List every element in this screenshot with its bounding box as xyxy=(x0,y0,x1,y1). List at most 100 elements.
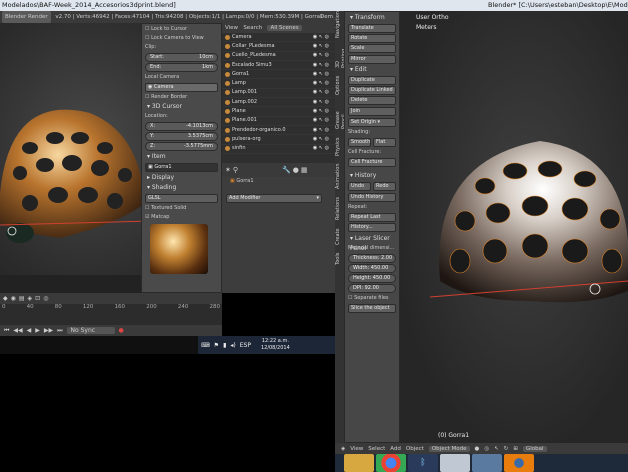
network-icon[interactable]: ▮ xyxy=(223,342,226,349)
file-explorer-icon[interactable] xyxy=(344,454,374,472)
record-icon[interactable]: ◎ xyxy=(43,295,48,302)
history-header[interactable]: ▾ History xyxy=(348,171,396,181)
clip-start-field[interactable]: Start: 10cm xyxy=(145,53,218,62)
outliner-search-menu[interactable]: Search xyxy=(243,25,262,31)
outliner-view-menu[interactable]: View xyxy=(225,25,238,31)
outliner-item[interactable]: pulsera-org ◉ ↖ ◎ xyxy=(222,135,335,145)
clip-end-field[interactable]: End: 1km xyxy=(145,63,218,72)
outliner-item[interactable]: Gorra1 ◉ ↖ ◎ xyxy=(222,70,335,80)
jump-start-icon[interactable]: ⏮ xyxy=(4,327,9,335)
delete-button[interactable]: Delete xyxy=(348,96,396,105)
camera-icon[interactable]: ◉ xyxy=(11,295,16,302)
outliner-item[interactable]: sinfin ◉ ↖ ◎ xyxy=(222,145,335,154)
notepad-icon[interactable] xyxy=(440,454,470,472)
texture-tab-icon[interactable]: ▦ xyxy=(301,166,308,174)
rotate-widget-icon[interactable]: ↻ xyxy=(504,446,509,452)
cursor-panel-header[interactable]: ▾ 3D Cursor xyxy=(145,102,218,112)
visibility-eye-icon[interactable]: ◉ ↖ ◎ xyxy=(313,126,329,134)
scale-widget-icon[interactable]: ⊞ xyxy=(513,446,518,452)
prev-key-icon[interactable]: ◀◀ xyxy=(13,327,22,334)
shading-icon[interactable]: ● xyxy=(475,446,480,452)
material-tab-icon[interactable]: ● xyxy=(293,166,299,174)
rotate-button[interactable]: Rotate xyxy=(348,34,396,43)
visibility-eye-icon[interactable]: ◉ ↖ ◎ xyxy=(313,117,329,125)
lock-icon[interactable]: ⊡ xyxy=(35,295,40,302)
display-panel-header[interactable]: ▸ Display xyxy=(145,173,218,183)
flat-button[interactable]: Flat xyxy=(373,138,396,147)
outliner-item[interactable]: Plane ◉ ↖ ◎ xyxy=(222,107,335,117)
chrome-icon[interactable] xyxy=(376,454,406,472)
outliner-item[interactable]: Lamp.002 ◉ ↖ ◎ xyxy=(222,98,335,108)
app-icon[interactable] xyxy=(472,454,502,472)
visibility-eye-icon[interactable]: ◉ ↖ ◎ xyxy=(313,52,329,60)
timeline-ruler[interactable]: 0 40 80 120 160 200 240 280 xyxy=(0,304,222,325)
add-modifier-button[interactable]: Add Modifier ▾ xyxy=(226,194,322,203)
outliner-item[interactable]: Escalado Simu3 ◉ ↖ ◎ xyxy=(222,61,335,71)
mirror-button[interactable]: Mirror xyxy=(348,55,396,64)
keyframe-icon[interactable]: ◆ xyxy=(3,295,8,302)
set-origin-button[interactable]: Set Origin ▾ xyxy=(348,118,396,127)
separate-files-checkbox[interactable]: ☐ Separate files xyxy=(348,294,396,303)
view-menu[interactable]: View xyxy=(350,446,363,452)
outliner-item[interactable]: Camera ◉ ↖ ◎ xyxy=(222,33,335,43)
lock-camera-checkbox[interactable]: ☐ Lock Camera to View xyxy=(145,34,218,43)
visibility-eye-icon[interactable]: ◉ ↖ ◎ xyxy=(313,33,329,41)
slice-object-button[interactable]: Slice the object xyxy=(348,304,396,313)
cursor-x-field[interactable]: X: -4.1013cm xyxy=(145,122,218,131)
pivot-icon[interactable]: ◎ xyxy=(484,446,489,452)
render-border-checkbox[interactable]: ☐ Render Border xyxy=(145,93,218,102)
visibility-eye-icon[interactable]: ◉ ↖ ◎ xyxy=(313,98,329,106)
next-key-icon[interactable]: ▶▶ xyxy=(44,327,53,334)
visibility-eye-icon[interactable]: ◉ ↖ ◎ xyxy=(313,79,329,87)
dpi-field[interactable]: DPI: 92.00 xyxy=(348,284,396,293)
shading-mode-select[interactable]: GLSL xyxy=(145,194,218,203)
visibility-eye-icon[interactable]: ◉ ↖ ◎ xyxy=(313,145,329,153)
pin-icon[interactable]: ⚲ xyxy=(233,166,238,174)
cursor-z-field[interactable]: Z: -3.5775mm xyxy=(145,142,218,151)
translate-button[interactable]: Translate xyxy=(348,24,396,33)
play-reverse-icon[interactable]: ◀ xyxy=(27,327,32,334)
mode-select[interactable]: Object Mode xyxy=(428,445,470,452)
duplicate-button[interactable]: Duplicate xyxy=(348,76,396,85)
visibility-eye-icon[interactable]: ◉ ↖ ◎ xyxy=(313,135,329,143)
outliner-item[interactable]: Cuello_PLedesma ◉ ↖ ◎ xyxy=(222,52,335,61)
tray-clock[interactable]: 12:22 a.m. 12/08/2014 xyxy=(261,338,290,352)
lock-to-cursor-checkbox[interactable]: ☐ Lock to Cursor xyxy=(145,25,218,34)
height-field[interactable]: Height: 450.00 xyxy=(348,274,396,283)
undo-history-button[interactable]: Undo History xyxy=(348,193,396,202)
scale-button[interactable]: Scale xyxy=(348,44,396,53)
right-3d-viewport[interactable]: User Ortho Meters (0) Gorra1 xyxy=(400,11,628,443)
undo-button[interactable]: Undo xyxy=(348,182,371,191)
visibility-eye-icon[interactable]: ◉ ↖ ◎ xyxy=(313,107,329,115)
history-button[interactable]: History... xyxy=(348,223,396,232)
modifier-tab-icon[interactable]: 🔧 xyxy=(282,166,291,174)
select-menu[interactable]: Select xyxy=(368,446,385,452)
bluetooth-icon[interactable]: ᛒ xyxy=(408,454,438,472)
editor-type-icon[interactable]: ◈ xyxy=(341,446,345,452)
edit-header[interactable]: ▾ Edit xyxy=(348,65,396,75)
outliner-item[interactable]: Lamp ◉ ↖ ◎ xyxy=(222,79,335,89)
matcap-checkbox[interactable]: ☑ Matcap xyxy=(145,213,218,222)
thickness-field[interactable]: Thickness: 2.00 xyxy=(348,254,396,263)
render-tab-icon[interactable]: ✶ xyxy=(225,166,231,174)
redo-button[interactable]: Redo xyxy=(373,182,396,191)
smooth-button[interactable]: Smooth xyxy=(348,138,371,147)
sync-mode-select[interactable]: No Sync xyxy=(66,327,115,334)
outliner-item[interactable]: Plane.001 ◉ ↖ ◎ xyxy=(222,117,335,126)
visibility-eye-icon[interactable]: ◉ ↖ ◎ xyxy=(313,70,329,78)
keyboard-icon[interactable]: ⌨ xyxy=(201,342,210,349)
width-field[interactable]: Width: 450.00 xyxy=(348,264,396,273)
record-button-icon[interactable]: ● xyxy=(119,327,124,334)
cursor-y-field[interactable]: Y: 3.5375cm xyxy=(145,132,218,141)
object-menu[interactable]: Object xyxy=(406,446,424,452)
shading-panel-header[interactable]: ▾ Shading xyxy=(145,183,218,193)
language-indicator[interactable]: ESP xyxy=(240,342,251,349)
play-icon[interactable]: ▶ xyxy=(35,327,40,334)
outliner-item[interactable]: Prendedor-organico.0 ◉ ↖ ◎ xyxy=(222,126,335,136)
transform-header[interactable]: ▾ Transform xyxy=(348,13,396,23)
render-engine-select[interactable]: Blender Render xyxy=(2,11,51,23)
visibility-eye-icon[interactable]: ◉ ↖ ◎ xyxy=(313,89,329,97)
outliner-item[interactable]: Lamp.001 ◉ ↖ ◎ xyxy=(222,89,335,99)
cell-fracture-button[interactable]: Cell Fracture xyxy=(348,158,396,167)
laser-slicer-header[interactable]: ▾ Laser Slicer Panel xyxy=(348,234,396,252)
